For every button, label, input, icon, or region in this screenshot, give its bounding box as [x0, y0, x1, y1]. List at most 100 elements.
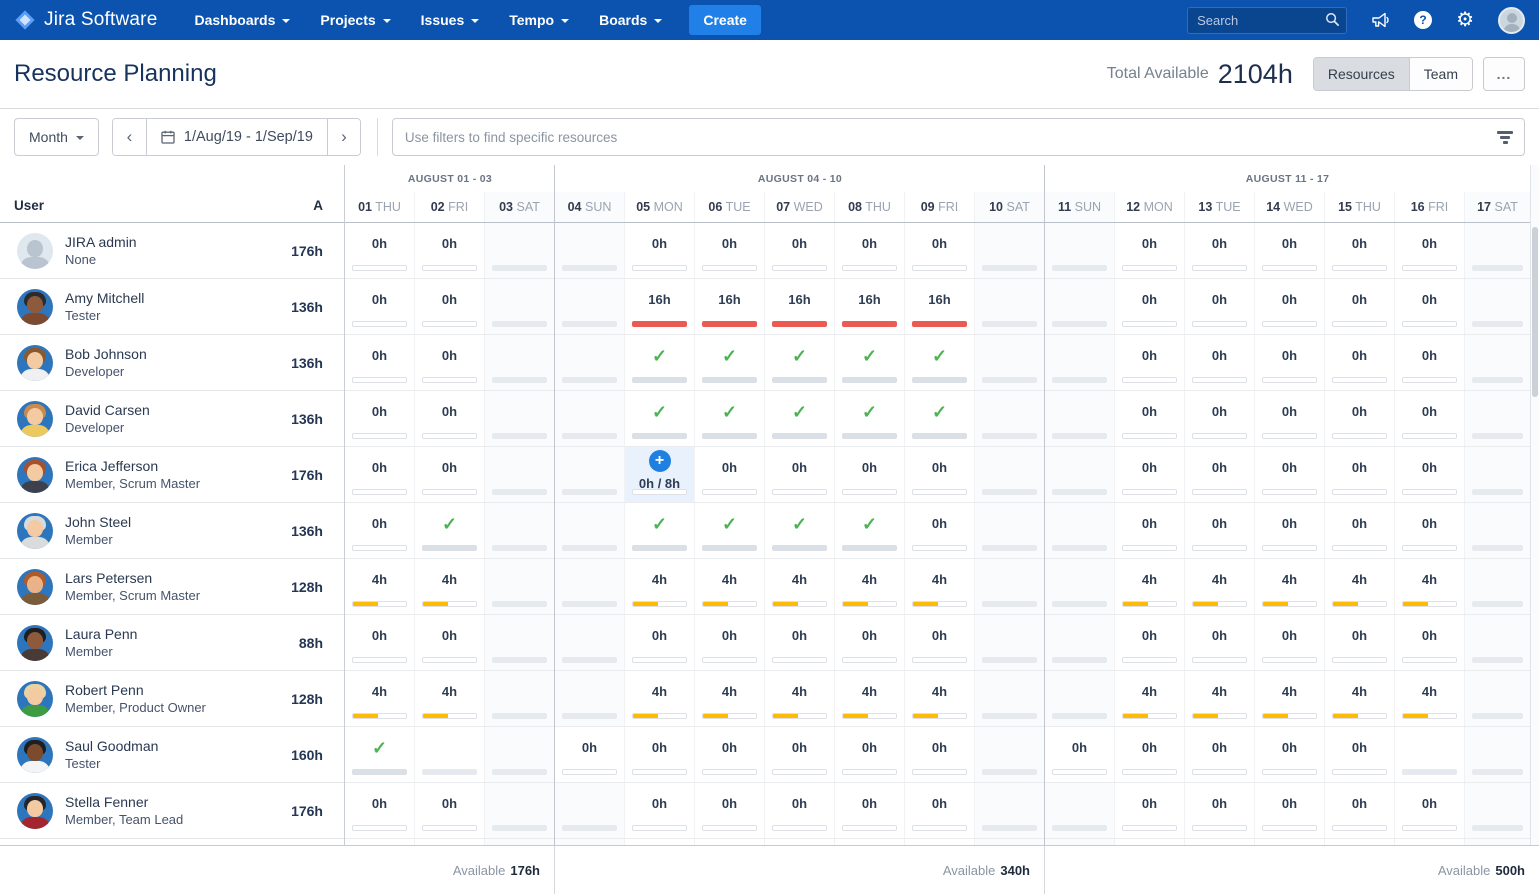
- cell-zero[interactable]: 0h: [345, 783, 415, 838]
- cell-off[interactable]: [1045, 615, 1115, 670]
- cell-off[interactable]: [1045, 447, 1115, 502]
- cell-off[interactable]: [1045, 503, 1115, 558]
- cell-zero[interactable]: 0h: [345, 223, 415, 278]
- cell-zero[interactable]: 0h: [1185, 503, 1255, 558]
- cell-zero[interactable]: 0h: [555, 727, 625, 782]
- cell-off[interactable]: [485, 391, 555, 446]
- cell-off[interactable]: [485, 615, 555, 670]
- cell-half[interactable]: 4h: [1325, 671, 1395, 726]
- cell-zero[interactable]: 0h: [905, 615, 975, 670]
- cell-off[interactable]: [975, 447, 1045, 502]
- user-row[interactable]: JIRA adminNone176h: [0, 223, 344, 279]
- cell-zero[interactable]: 0h: [1255, 615, 1325, 670]
- cell-zero[interactable]: 0h: [1115, 391, 1185, 446]
- cell-zero[interactable]: 0h: [1115, 615, 1185, 670]
- cell-check[interactable]: ✓: [625, 335, 695, 390]
- cell-half[interactable]: 4h: [1115, 671, 1185, 726]
- cell-zero[interactable]: 0h: [415, 391, 485, 446]
- cell-check[interactable]: ✓: [905, 335, 975, 390]
- cell-check[interactable]: ✓: [765, 335, 835, 390]
- cell-zero[interactable]: 0h: [415, 279, 485, 334]
- cell-zero[interactable]: 0h: [1325, 615, 1395, 670]
- cell-half[interactable]: 4h: [625, 559, 695, 614]
- cell-off[interactable]: [975, 559, 1045, 614]
- cell-check[interactable]: ✓: [625, 503, 695, 558]
- cell-zero[interactable]: 0h: [1255, 335, 1325, 390]
- cell-off[interactable]: [1465, 727, 1530, 782]
- cell-half[interactable]: 4h: [905, 671, 975, 726]
- user-avatar[interactable]: [1498, 7, 1525, 34]
- cell-zero[interactable]: 0h: [835, 727, 905, 782]
- cell-off[interactable]: [1045, 391, 1115, 446]
- cell-zero[interactable]: 0h: [625, 223, 695, 278]
- cell-off[interactable]: [1465, 615, 1530, 670]
- cell-off[interactable]: [1465, 223, 1530, 278]
- cell-check[interactable]: ✓: [835, 335, 905, 390]
- cell-zero[interactable]: 0h: [1185, 727, 1255, 782]
- cell-zero[interactable]: 0h: [1395, 503, 1465, 558]
- cell-zero[interactable]: 0h: [1255, 503, 1325, 558]
- cell-off[interactable]: [1045, 335, 1115, 390]
- prev-period-button[interactable]: ‹: [113, 119, 146, 155]
- cell-off[interactable]: [975, 391, 1045, 446]
- settings-icon[interactable]: ⚙: [1456, 10, 1474, 30]
- cell-zero[interactable]: 0h: [835, 223, 905, 278]
- cell-zero[interactable]: 0h: [625, 615, 695, 670]
- cell-check[interactable]: ✓: [835, 391, 905, 446]
- cell-off[interactable]: [485, 223, 555, 278]
- cell-check[interactable]: ✓: [905, 391, 975, 446]
- cell-half[interactable]: 4h: [1395, 559, 1465, 614]
- cell-zero[interactable]: 0h: [835, 783, 905, 838]
- cell-zero[interactable]: 0h: [765, 447, 835, 502]
- cell-zero[interactable]: 0h: [345, 391, 415, 446]
- user-row[interactable]: Stella FennerMember, Team Lead176h: [0, 783, 344, 839]
- cell-zero[interactable]: 0h: [905, 727, 975, 782]
- cell-zero[interactable]: 0h: [905, 503, 975, 558]
- cell-half[interactable]: 4h: [1255, 671, 1325, 726]
- cell-half[interactable]: 4h: [1185, 559, 1255, 614]
- view-resources-button[interactable]: Resources: [1314, 58, 1409, 90]
- cell-zero[interactable]: 0h: [415, 615, 485, 670]
- cell-over[interactable]: 16h: [905, 279, 975, 334]
- cell-half[interactable]: 4h: [905, 559, 975, 614]
- cell-zero[interactable]: 0h: [1325, 727, 1395, 782]
- cell-plus[interactable]: +0h / 8h: [625, 447, 695, 502]
- cell-zero[interactable]: 0h: [345, 615, 415, 670]
- cell-half[interactable]: 4h: [695, 671, 765, 726]
- cell-zero[interactable]: 0h: [835, 615, 905, 670]
- cell-off[interactable]: [1465, 559, 1530, 614]
- cell-zero[interactable]: 0h: [905, 783, 975, 838]
- cell-zero[interactable]: 0h: [695, 783, 765, 838]
- cell-zero[interactable]: 0h: [1255, 223, 1325, 278]
- cell-off[interactable]: [1045, 279, 1115, 334]
- cell-check[interactable]: ✓: [625, 391, 695, 446]
- nav-menu-boards[interactable]: Boards: [584, 0, 677, 40]
- cell-off[interactable]: [415, 727, 485, 782]
- user-row[interactable]: Erica JeffersonMember, Scrum Master176h: [0, 447, 344, 503]
- cell-zero[interactable]: 0h: [1395, 783, 1465, 838]
- cell-check[interactable]: ✓: [695, 503, 765, 558]
- more-options-button[interactable]: ...: [1483, 57, 1525, 91]
- cell-off[interactable]: [975, 615, 1045, 670]
- cell-zero[interactable]: 0h: [415, 335, 485, 390]
- cell-zero[interactable]: 0h: [1185, 783, 1255, 838]
- cell-check[interactable]: ✓: [345, 727, 415, 782]
- cell-off[interactable]: [485, 559, 555, 614]
- cell-off[interactable]: [485, 783, 555, 838]
- cell-off[interactable]: [485, 447, 555, 502]
- nav-menu-projects[interactable]: Projects: [305, 0, 405, 40]
- cell-zero[interactable]: 0h: [1255, 447, 1325, 502]
- cell-zero[interactable]: 0h: [695, 727, 765, 782]
- cell-check[interactable]: ✓: [835, 503, 905, 558]
- cell-check[interactable]: ✓: [765, 503, 835, 558]
- cell-zero[interactable]: 0h: [1115, 783, 1185, 838]
- cell-zero[interactable]: 0h: [1395, 447, 1465, 502]
- cell-zero[interactable]: 0h: [695, 447, 765, 502]
- cell-half[interactable]: 4h: [345, 559, 415, 614]
- cell-off[interactable]: [555, 391, 625, 446]
- cell-zero[interactable]: 0h: [625, 783, 695, 838]
- cell-zero[interactable]: 0h: [1395, 391, 1465, 446]
- cell-zero[interactable]: 0h: [765, 615, 835, 670]
- user-row[interactable]: Laura PennMember88h: [0, 615, 344, 671]
- cell-zero[interactable]: 0h: [1325, 279, 1395, 334]
